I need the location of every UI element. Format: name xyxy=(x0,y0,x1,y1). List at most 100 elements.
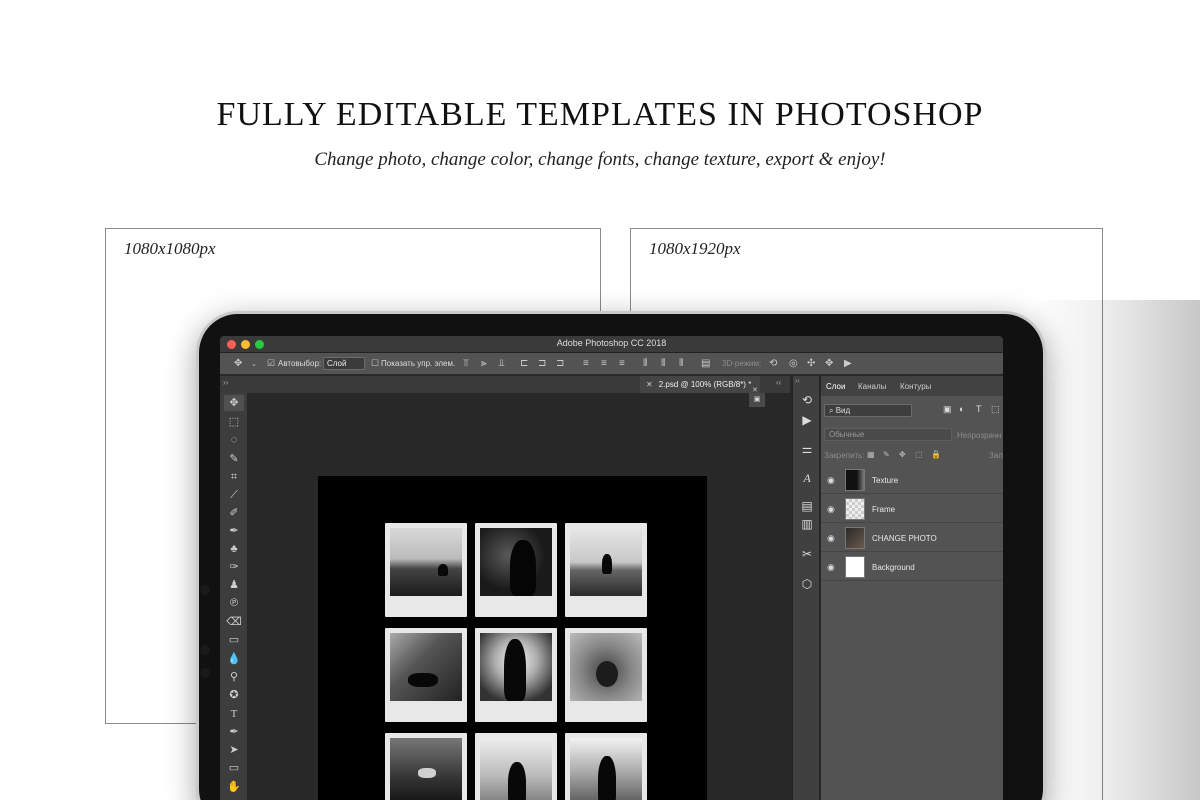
align-middle-icon[interactable]: ⫸ xyxy=(481,358,487,369)
healing-brush-tool-icon[interactable]: ✐ xyxy=(224,505,244,521)
eraser-tool-icon[interactable]: ⌫ xyxy=(224,614,244,630)
eyedropper-tool-icon[interactable]: ⟋ xyxy=(224,487,244,503)
blur-tool-icon[interactable]: 💧 xyxy=(224,651,244,667)
layer-row-texture[interactable]: ◉ Texture xyxy=(821,466,1003,494)
pen-tool-icon[interactable]: ✪ xyxy=(224,687,244,703)
layers-panel: Слои Каналы Контуры ⌕ Вид ▣ ◐ T ⬚ Обычны… xyxy=(821,376,1003,800)
clone-stamp-tool-icon[interactable]: ♣ xyxy=(224,541,244,557)
type-tool-icon[interactable]: T xyxy=(224,706,244,722)
close-tab-icon[interactable]: ✕ xyxy=(646,380,653,389)
drop-shadow xyxy=(1030,300,1200,800)
distribute-bottom-icon[interactable]: ≡ xyxy=(619,358,625,369)
history-icon[interactable]: ⟲ xyxy=(798,392,816,408)
crop-tool-icon[interactable]: ⌗ xyxy=(224,469,244,485)
align-left-icon[interactable]: ⊏ xyxy=(520,358,528,369)
orbit-3d-icon[interactable]: ⟲ xyxy=(769,358,777,369)
lock-pixels-icon[interactable]: ▦ xyxy=(867,450,875,459)
layer-thumbnail xyxy=(845,469,865,491)
blend-mode-dropdown[interactable]: Обычные xyxy=(824,428,952,441)
roll-3d-icon[interactable]: ◎ xyxy=(789,358,798,369)
align-top-icon[interactable]: ⫪ xyxy=(463,358,469,369)
panel-icon-strip: ›› ⟲ ▶ ⚌ A ▤ ▥ ✂ ⬡ xyxy=(792,376,820,800)
lock-brush-icon[interactable]: ✎ xyxy=(883,450,890,459)
tab-channels[interactable]: Каналы xyxy=(858,382,886,391)
adjustments-icon[interactable]: ⚌ xyxy=(798,441,816,457)
history-brush-tool-icon[interactable]: ✑ xyxy=(224,559,244,575)
tab-layers[interactable]: Слои xyxy=(826,382,845,391)
tools-panel: ✥ ⬚ ◌ ✎ ⌗ ⟋ ✐ ✒ ♣ ✑ ♟ ℗ ⌫ ▭ 💧 ⚲ ✪ T ✒ ➤ … xyxy=(220,393,248,800)
options-bar: ✥ ⌄ ☑ Автовыбор: Слой ☐ Показать упр. эл… xyxy=(220,353,1003,375)
filter-shape-icon[interactable]: ⬚ xyxy=(991,404,1000,415)
align-bottom-icon[interactable]: ⫫ xyxy=(499,358,505,369)
properties-icon[interactable]: ▥ xyxy=(798,516,816,532)
layer-filter-dropdown[interactable]: ⌕ Вид xyxy=(824,404,912,417)
photo xyxy=(570,528,642,596)
character-icon[interactable]: A xyxy=(798,470,816,486)
visibility-eye-icon[interactable]: ◉ xyxy=(827,533,835,544)
opacity-label: Непрозрачн xyxy=(957,431,1002,440)
dodge-tool-icon[interactable]: ⚲ xyxy=(224,669,244,685)
layer-filter-label: Вид xyxy=(835,406,851,415)
distribute-top-icon[interactable]: ≡ xyxy=(583,358,589,369)
filter-type-icon[interactable]: T xyxy=(976,404,982,414)
stamp-tool-icon[interactable]: ♟ xyxy=(224,577,244,593)
direct-select-tool-icon[interactable]: ➤ xyxy=(224,742,244,758)
lasso-tool-icon[interactable]: ◌ xyxy=(224,432,244,448)
filter-adjustment-icon[interactable]: ◐ xyxy=(959,404,964,414)
title-bar: Adobe Photoshop CC 2018 xyxy=(220,336,1003,353)
lock-all-icon[interactable]: 🔒 xyxy=(931,450,941,459)
auto-align-icon[interactable]: ▤ xyxy=(701,358,710,369)
panel-toggle-icon[interactable]: ▣ xyxy=(749,393,765,407)
layer-row-background[interactable]: ◉ Background xyxy=(821,553,1003,581)
distribute-left-icon[interactable]: ⦀ xyxy=(643,358,647,369)
actions-play-icon[interactable]: ▶ xyxy=(798,412,816,428)
art-history-brush-icon[interactable]: ℗ xyxy=(224,595,244,611)
layer-row-frame[interactable]: ◉ Frame xyxy=(821,495,1003,523)
filter-pixel-icon[interactable]: ▣ xyxy=(943,404,952,415)
rectangle-tool-icon[interactable]: ▭ xyxy=(224,760,244,776)
lock-position-icon[interactable]: ✥ xyxy=(899,450,906,459)
blend-mode-value: Обычные xyxy=(829,430,865,439)
close-panel-icon[interactable]: ✕ xyxy=(752,386,758,394)
quick-select-tool-icon[interactable]: ✎ xyxy=(224,451,244,467)
document-tab[interactable]: ✕ 2.psd @ 100% (RGB/8*) * xyxy=(640,376,760,393)
distribute-middle-icon[interactable]: ≡ xyxy=(601,358,607,369)
visibility-eye-icon[interactable]: ◉ xyxy=(827,475,835,486)
gradient-tool-icon[interactable]: ▭ xyxy=(224,632,244,648)
marquee-tool-icon[interactable]: ⬚ xyxy=(224,414,244,430)
tab-paths[interactable]: Контуры xyxy=(900,382,931,391)
drag-3d-icon[interactable]: ✣ xyxy=(807,358,815,369)
lock-artboard-icon[interactable]: ⬚ xyxy=(915,450,923,459)
layer-row-change-photo[interactable]: ◉ CHANGE PHOTO xyxy=(821,524,1003,552)
path-select-tool-icon[interactable]: ✒ xyxy=(224,724,244,740)
photo-frame xyxy=(475,733,557,800)
move-tool-icon[interactable]: ✥ xyxy=(234,358,242,369)
photo-frame xyxy=(385,523,467,617)
scale-3d-icon[interactable]: ▶ xyxy=(844,358,852,369)
tools-icon[interactable]: ✂ xyxy=(798,546,816,562)
photo-frame xyxy=(565,628,647,722)
autoselect-dropdown[interactable]: Слой xyxy=(323,357,365,370)
distribute-right-icon[interactable]: ⦀ xyxy=(679,358,683,369)
visibility-eye-icon[interactable]: ◉ xyxy=(827,504,835,515)
align-center-icon[interactable]: ⊐ xyxy=(538,358,546,369)
move-tool-icon[interactable]: ✥ xyxy=(224,395,244,411)
expand-icon[interactable]: ›› xyxy=(795,378,800,385)
layer-name: Frame xyxy=(872,505,896,514)
document-canvas[interactable] xyxy=(318,476,707,800)
paragraph-icon[interactable]: ▤ xyxy=(798,498,816,514)
show-controls-checkbox[interactable]: ☐ xyxy=(371,358,379,369)
hand-tool-icon[interactable]: ✋ xyxy=(224,779,244,795)
expand-icon[interactable]: ›› xyxy=(223,378,228,387)
collapse-icon[interactable]: ‹‹ xyxy=(776,378,781,387)
fill-label: Зал xyxy=(989,451,1003,460)
autoselect-checkbox[interactable]: ☑ xyxy=(267,358,275,369)
align-right-icon[interactable]: ⊐ xyxy=(556,358,564,369)
brush-tool-icon[interactable]: ✒ xyxy=(224,523,244,539)
slide-3d-icon[interactable]: ✥ xyxy=(825,358,833,369)
visibility-eye-icon[interactable]: ◉ xyxy=(827,562,835,573)
distribute-center-icon[interactable]: ⦀ xyxy=(661,358,665,369)
chevron-down-icon[interactable]: ⌄ xyxy=(251,360,257,368)
photo xyxy=(480,738,552,800)
3d-cube-icon[interactable]: ⬡ xyxy=(798,576,816,592)
